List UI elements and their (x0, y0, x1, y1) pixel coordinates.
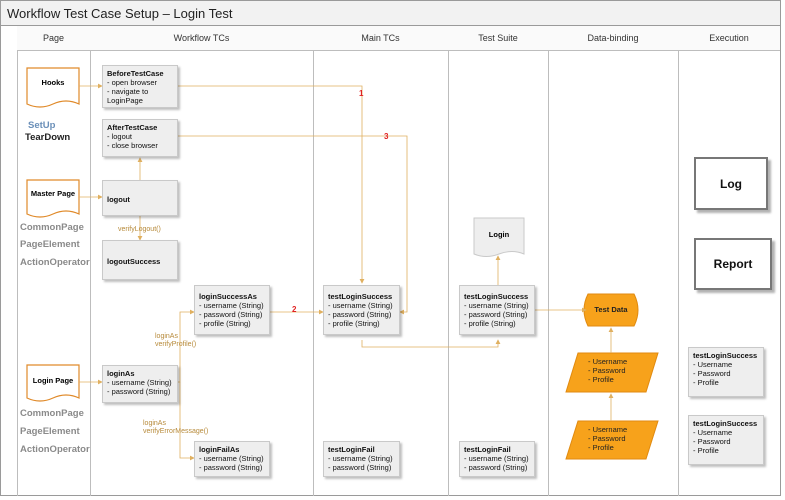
box-line: - password (String) (107, 387, 171, 396)
box-line: - username (String) (328, 454, 393, 463)
box-title: testLoginSuccess (693, 351, 758, 360)
param-line: - Password (588, 366, 626, 375)
hooks-doc-shape (26, 67, 80, 108)
box-title: testLoginFail (328, 445, 375, 454)
marker-1: 1 (359, 89, 364, 98)
param-line: - Profile (588, 375, 614, 384)
diagram-canvas: Workflow Test Case Setup – Login Test Pa… (0, 0, 785, 500)
marker-3: 3 (384, 132, 389, 141)
box-line: - username (String) (199, 301, 264, 310)
suite-login-doc: Login (488, 230, 510, 239)
logout-box: logout (102, 180, 178, 216)
main-testloginfail-box: testLoginFail - username (String) - pass… (323, 441, 400, 477)
report-box: Report (694, 238, 772, 290)
connector (361, 339, 501, 348)
actionoperator-label-2: ActionOperator (20, 444, 90, 455)
box-line: - Username (693, 360, 733, 369)
param-block-1: - Username - Password - Profile (588, 357, 627, 384)
box-line: - close browser (107, 141, 158, 150)
note-line: verifyErrorMessage() (143, 428, 209, 435)
verifylogout-note: verifyLogout() (118, 226, 161, 233)
box-line: - Profile (693, 378, 719, 387)
note-line: loginAs (143, 420, 166, 427)
box-line: - password (String) (328, 310, 392, 319)
teardown-label: TearDown (25, 132, 71, 143)
note-line: loginAs (155, 333, 178, 340)
param-line: - Profile (588, 443, 614, 452)
box-title: loginSuccessAs (199, 292, 257, 301)
box-line: - password (String) (328, 463, 392, 472)
testdata-label: Test Data (594, 305, 628, 314)
box-title: BeforeTestCase (107, 69, 164, 78)
param-line: - Password (588, 434, 626, 443)
commonpage-label-1: CommonPage (20, 222, 84, 233)
suite-testloginsuccess-box: testLoginSuccess - username (String) - p… (459, 285, 535, 335)
aftertestcase-box: AfterTestCase - logout - close browser (102, 119, 178, 157)
verifyerror-note: loginAs verifyErrorMessage() (143, 420, 208, 436)
actionoperator-label-1: ActionOperator (20, 257, 90, 268)
verifyprofile-note: loginAs verifyProfile() (155, 333, 196, 349)
param-line: - Username (588, 425, 628, 434)
master-doc-shape (26, 179, 80, 218)
log-box: Log (694, 157, 768, 210)
param-block-2: - Username - Password - Profile (588, 425, 627, 452)
box-line: - Profile (693, 446, 719, 455)
loginas-box: loginAs - username (String) - password (… (102, 365, 178, 403)
loginfailas-box: loginFailAs - username (String) - passwo… (194, 441, 270, 477)
box-title: logout (107, 195, 130, 204)
box-line: - profile (String) (464, 319, 516, 328)
box-line: - logout (107, 132, 133, 141)
box-line: - open browser (107, 78, 158, 87)
master-page-doc: Master Page (30, 189, 76, 198)
suite-testloginfail-box: testLoginFail - username (String) - pass… (459, 441, 535, 477)
box-title: testLoginSuccess (693, 419, 758, 428)
login-page-doc: Login Page (32, 376, 74, 385)
box-title: AfterTestCase (107, 123, 158, 132)
box-line: - username (String) (107, 378, 172, 387)
box-line: - password (String) (199, 463, 263, 472)
box-line: - profile (String) (328, 319, 380, 328)
box-line: - username (String) (328, 301, 393, 310)
param-line: - Username (588, 357, 628, 366)
box-line: - profile (String) (199, 319, 251, 328)
box-line: LoginPage (107, 96, 143, 105)
box-line: - password (String) (464, 310, 528, 319)
box-line: - password (String) (199, 310, 263, 319)
box-line: - username (String) (464, 454, 529, 463)
logoutsuccess-box: logoutSuccess (102, 240, 178, 280)
note-line: verifyProfile() (155, 341, 197, 348)
box-title: testLoginFail (464, 445, 511, 454)
setup-label: SetUp (28, 120, 56, 131)
pageelement-label-1: PageElement (20, 239, 80, 250)
box-line: - Username (693, 428, 733, 437)
beforetestcase-box: BeforeTestCase - open browser - navigate… (102, 65, 178, 108)
box-title: loginFailAs (199, 445, 240, 454)
box-line: - Password (693, 437, 731, 446)
box-line: - Password (693, 369, 731, 378)
commonpage-label-2: CommonPage (20, 408, 84, 419)
main-testloginsuccess-box: testLoginSuccess - username (String) - p… (323, 285, 400, 335)
marker-2: 2 (292, 305, 297, 314)
pageelement-label-2: PageElement (20, 426, 80, 437)
box-title: logoutSuccess (107, 257, 161, 266)
box-title: testLoginSuccess (464, 292, 529, 301)
loginsuccessas-box: loginSuccessAs - username (String) - pas… (194, 285, 270, 335)
hooks-doc: Hooks (41, 78, 65, 87)
box-line: - password (String) (464, 463, 528, 472)
box-line: - username (String) (464, 301, 529, 310)
box-line: - username (String) (199, 454, 264, 463)
box-title: loginAs (107, 369, 135, 378)
exec-result-box-2: testLoginSuccess - Username - Password -… (688, 415, 764, 465)
box-line: - navigate to (107, 87, 149, 96)
exec-result-box-1: testLoginSuccess - Username - Password -… (688, 347, 764, 397)
box-title: testLoginSuccess (328, 292, 393, 301)
connector (178, 85, 365, 284)
